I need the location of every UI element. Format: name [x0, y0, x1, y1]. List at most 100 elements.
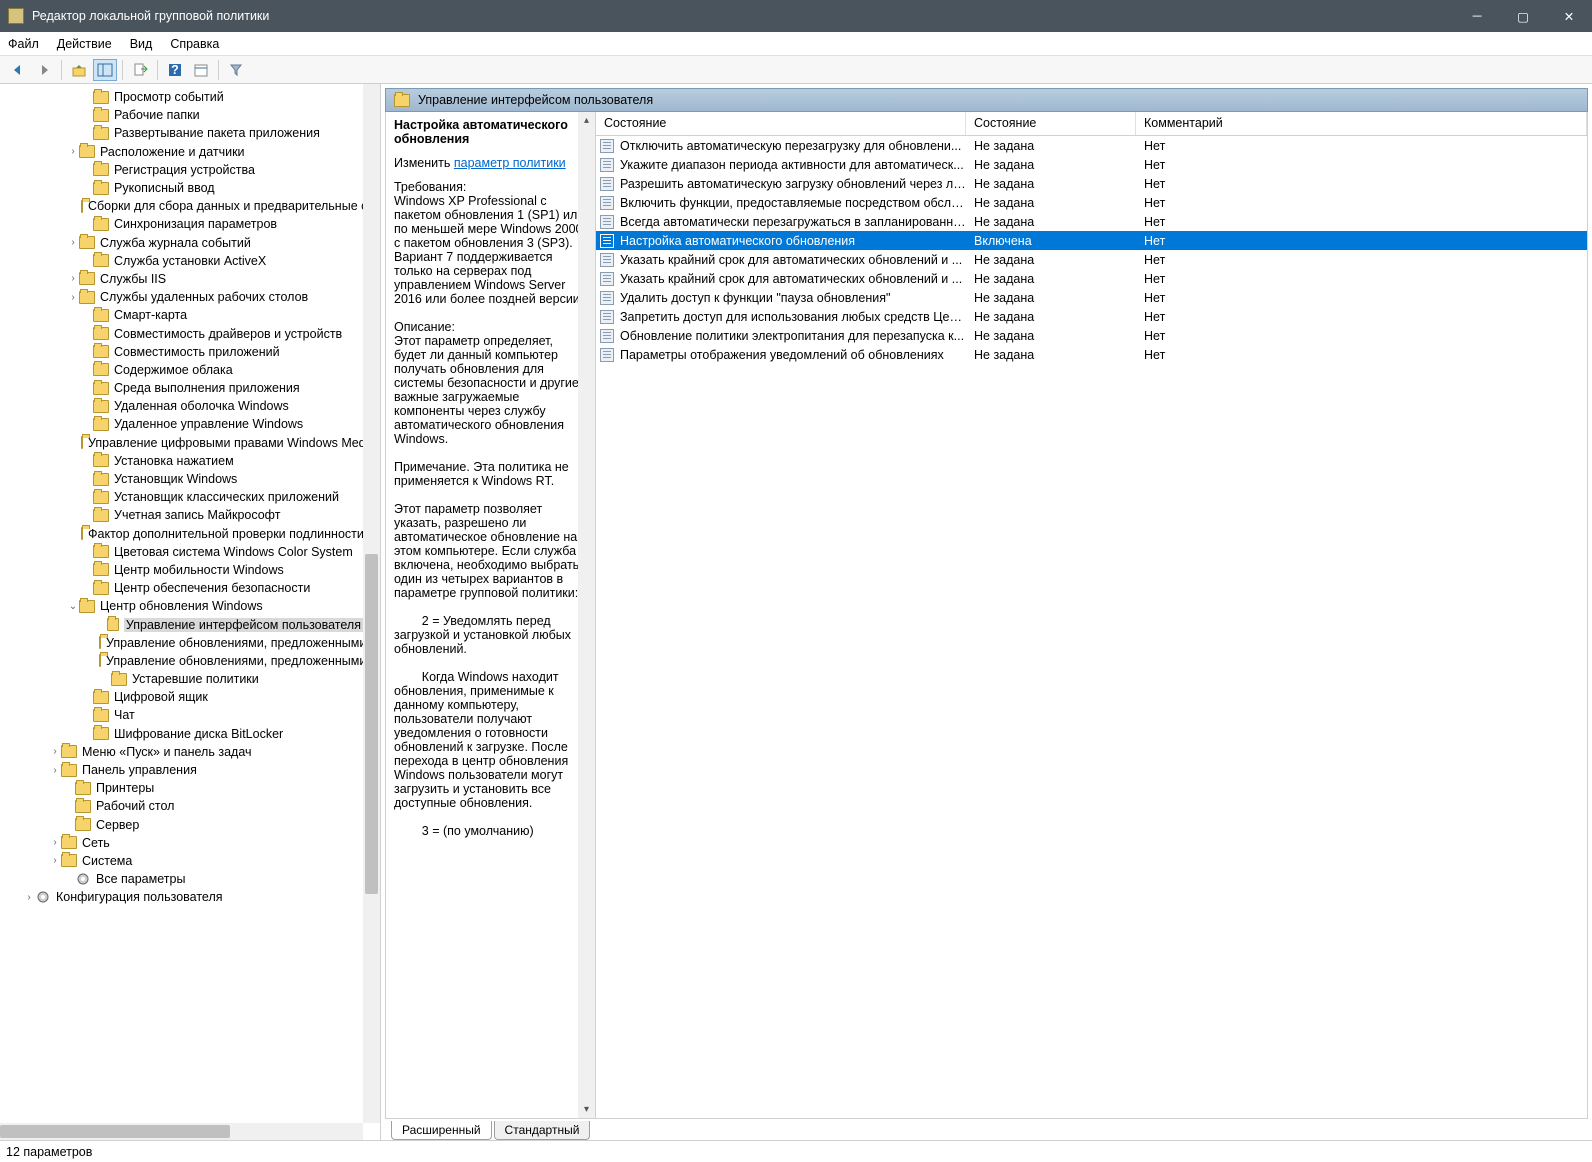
expand-icon[interactable]: ›: [23, 892, 35, 903]
tree-item-label: Удаленное управление Windows: [114, 417, 303, 431]
menu-view[interactable]: Вид: [130, 37, 153, 51]
scroll-up-icon[interactable]: ▴: [584, 112, 589, 129]
tree-item[interactable]: Регистрация устройства: [0, 161, 363, 179]
tree-item[interactable]: ›Система: [0, 852, 363, 870]
menu-action[interactable]: Действие: [57, 37, 112, 51]
expand-icon[interactable]: ›: [67, 273, 79, 284]
expand-icon[interactable]: ⌄: [67, 601, 79, 612]
maximize-button[interactable]: ▢: [1500, 0, 1546, 32]
tree-item[interactable]: Рукописный ввод: [0, 179, 363, 197]
list-row[interactable]: Указать крайний срок для автоматических …: [596, 250, 1587, 269]
tree-item[interactable]: Рабочий стол: [0, 797, 363, 815]
list-row[interactable]: Запретить доступ для использования любых…: [596, 307, 1587, 326]
tree-item[interactable]: Совместимость драйверов и устройств: [0, 324, 363, 342]
tree-item[interactable]: Установщик Windows: [0, 470, 363, 488]
tree-item[interactable]: Управление обновлениями, предложенными: [0, 634, 363, 652]
tree-item[interactable]: Рабочие папки: [0, 106, 363, 124]
edit-policy-link[interactable]: параметр политики: [454, 156, 566, 170]
tree-item[interactable]: ›Службы удаленных рабочих столов: [0, 288, 363, 306]
tree-item[interactable]: ›Панель управления: [0, 761, 363, 779]
export-button[interactable]: [128, 59, 152, 81]
tree-vertical-scrollbar[interactable]: [363, 84, 380, 1123]
column-setting[interactable]: Состояние: [596, 112, 966, 135]
tree-item[interactable]: Управление интерфейсом пользователя: [0, 615, 363, 633]
tree-item[interactable]: ›Конфигурация пользователя: [0, 888, 363, 906]
tree-item[interactable]: Управление обновлениями, предложенными: [0, 652, 363, 670]
tree-item[interactable]: ›Служба журнала событий: [0, 234, 363, 252]
tab-standard[interactable]: Стандартный: [494, 1121, 591, 1140]
help-button[interactable]: ?: [163, 59, 187, 81]
tree-item[interactable]: ⌄Центр обновления Windows: [0, 597, 363, 615]
column-comment[interactable]: Комментарий: [1136, 112, 1587, 135]
minimize-button[interactable]: ─: [1454, 0, 1500, 32]
tree-list[interactable]: Просмотр событийРабочие папкиРазвертыван…: [0, 84, 363, 906]
tree-item[interactable]: Управление цифровыми правами Windows Med…: [0, 434, 363, 452]
close-button[interactable]: ✕: [1546, 0, 1592, 32]
tree-item[interactable]: Учетная запись Майкрософт: [0, 506, 363, 524]
column-state[interactable]: Состояние: [966, 112, 1136, 135]
expand-icon[interactable]: ›: [49, 746, 61, 757]
gear-icon: [75, 872, 91, 886]
tree-item[interactable]: Удаленная оболочка Windows: [0, 397, 363, 415]
list-row[interactable]: Укажите диапазон периода активности для …: [596, 155, 1587, 174]
show-tree-button[interactable]: [93, 59, 117, 81]
properties-button[interactable]: [189, 59, 213, 81]
tree-item[interactable]: Цветовая система Windows Color System: [0, 543, 363, 561]
tree-item[interactable]: Центр обеспечения безопасности: [0, 579, 363, 597]
list-row[interactable]: Параметры отображения уведомлений об обн…: [596, 345, 1587, 364]
menu-file[interactable]: Файл: [8, 37, 39, 51]
list-rows[interactable]: Отключить автоматическую перезагрузку дл…: [596, 136, 1587, 1118]
tree-item[interactable]: Принтеры: [0, 779, 363, 797]
forward-button[interactable]: [32, 59, 56, 81]
list-row[interactable]: Настройка автоматического обновленияВклю…: [596, 231, 1587, 250]
tree-item[interactable]: Чат: [0, 706, 363, 724]
tree-item[interactable]: Установщик классических приложений: [0, 488, 363, 506]
filter-button[interactable]: [224, 59, 248, 81]
expand-icon[interactable]: ›: [49, 855, 61, 866]
back-button[interactable]: [6, 59, 30, 81]
tree-horizontal-scrollbar[interactable]: [0, 1123, 363, 1140]
tree-item[interactable]: ›Расположение и датчики: [0, 143, 363, 161]
expand-icon[interactable]: ›: [67, 292, 79, 303]
tree-item[interactable]: Установка нажатием: [0, 452, 363, 470]
tree-item[interactable]: Сервер: [0, 816, 363, 834]
tree-item[interactable]: Шифрование диска BitLocker: [0, 725, 363, 743]
menu-help[interactable]: Справка: [170, 37, 219, 51]
scroll-down-icon[interactable]: ▾: [584, 1101, 589, 1118]
tab-extended[interactable]: Расширенный: [391, 1121, 492, 1140]
tree-item[interactable]: Содержимое облака: [0, 361, 363, 379]
tree-item[interactable]: Просмотр событий: [0, 88, 363, 106]
tree-item[interactable]: Фактор дополнительной проверки подлиннос…: [0, 525, 363, 543]
tree-item[interactable]: Смарт-карта: [0, 306, 363, 324]
tree-item[interactable]: Центр мобильности Windows: [0, 561, 363, 579]
tree-item[interactable]: Совместимость приложений: [0, 343, 363, 361]
tree-item[interactable]: › Меню «Пуск» и панель задач: [0, 743, 363, 761]
list-row[interactable]: Обновление политики электропитания для п…: [596, 326, 1587, 345]
tree-item[interactable]: Синхронизация параметров: [0, 215, 363, 233]
tree-item[interactable]: Цифровой ящик: [0, 688, 363, 706]
tree-item[interactable]: Устаревшие политики: [0, 670, 363, 688]
tree-item[interactable]: Среда выполнения приложения: [0, 379, 363, 397]
description-scrollbar[interactable]: ▴ ▾: [578, 112, 595, 1118]
list-row[interactable]: Отключить автоматическую перезагрузку дл…: [596, 136, 1587, 155]
tree-item[interactable]: ›Сеть: [0, 834, 363, 852]
tree-item[interactable]: Развертывание пакета приложения: [0, 124, 363, 142]
list-row[interactable]: Всегда автоматически перезагружаться в з…: [596, 212, 1587, 231]
tree-item[interactable]: Все параметры: [0, 870, 363, 888]
tree-item[interactable]: Служба установки ActiveX: [0, 252, 363, 270]
up-button[interactable]: [67, 59, 91, 81]
tree-item[interactable]: Сборки для сбора данных и предварительны…: [0, 197, 363, 215]
list-row[interactable]: Включить функции, предоставляемые посред…: [596, 193, 1587, 212]
policy-name: Включить функции, предоставляемые посред…: [620, 196, 966, 210]
description-opt2: 2 = Уведомлять перед загрузкой и установ…: [394, 614, 587, 656]
tree-item[interactable]: Удаленное управление Windows: [0, 415, 363, 433]
list-row[interactable]: Удалить доступ к функции "пауза обновлен…: [596, 288, 1587, 307]
list-row[interactable]: Разрешить автоматическую загрузку обновл…: [596, 174, 1587, 193]
expand-icon[interactable]: ›: [67, 237, 79, 248]
tree-item[interactable]: ›Службы IIS: [0, 270, 363, 288]
expand-icon[interactable]: ›: [67, 146, 79, 157]
tree-item-label: Меню «Пуск» и панель задач: [82, 745, 252, 759]
list-row[interactable]: Указать крайний срок для автоматических …: [596, 269, 1587, 288]
expand-icon[interactable]: ›: [49, 837, 61, 848]
expand-icon[interactable]: ›: [49, 765, 61, 776]
